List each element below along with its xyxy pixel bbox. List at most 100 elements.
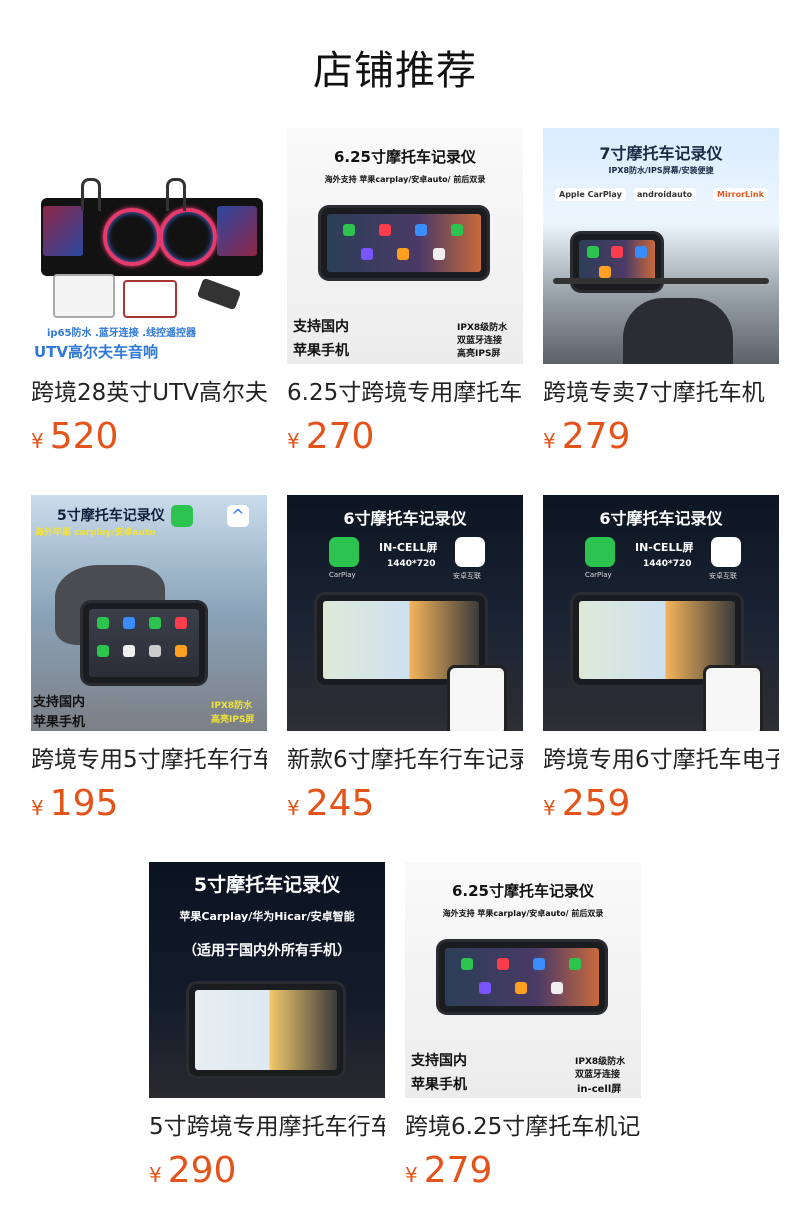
device-screen-graphic bbox=[321, 208, 487, 278]
product-row: 5寸摩托车记录仪 海外苹果 carplay/安卓auto ^ 支持国内 苹果手机… bbox=[31, 495, 790, 862]
product-price: ¥ 245 bbox=[287, 783, 523, 824]
image-caption: IPX8防水 bbox=[211, 701, 253, 711]
image-caption: CarPlay bbox=[585, 571, 612, 579]
price-value: 195 bbox=[49, 783, 119, 824]
price-value: 270 bbox=[305, 416, 375, 457]
product-image[interactable]: 7寸摩托车记录仪 IPX8防水/IPS屏幕/安装便捷 Apple CarPlay… bbox=[543, 128, 779, 364]
app-icon bbox=[123, 645, 135, 657]
app-icon bbox=[451, 224, 463, 236]
image-caption: IN-CELL屏 bbox=[635, 541, 694, 554]
product-card[interactable]: 6寸摩托车记录仪 IN-CELL屏 1440*720 CarPlay 安卓互联 … bbox=[287, 495, 523, 862]
image-caption: 海外苹果 carplay/安卓auto bbox=[35, 528, 156, 538]
product-image[interactable]: 6.25寸摩托车记录仪 海外支持 苹果carplay/安卓auto/ 前后双录 … bbox=[405, 862, 641, 1098]
product-card[interactable]: 5寸摩托车记录仪 苹果Carplay/华为Hicar/安卓智能 （适用于国内外所… bbox=[149, 862, 385, 1229]
image-caption: 安卓互联 bbox=[709, 572, 737, 580]
product-name[interactable]: 6.25寸跨境专用摩托车记录仪 bbox=[287, 378, 523, 408]
product-name[interactable]: 跨境专卖7寸摩托车机 bbox=[543, 378, 779, 408]
image-caption: ip65防水 .蓝牙连接 .线控遥控器 bbox=[47, 328, 197, 339]
screen-display-graphic bbox=[445, 948, 599, 1006]
product-price: ¥ 270 bbox=[287, 416, 523, 457]
product-image[interactable]: 6寸摩托车记录仪 IN-CELL屏 1440*720 CarPlay 安卓互联 bbox=[543, 495, 779, 731]
image-caption: 高亮IPS屏 bbox=[211, 715, 255, 725]
product-card[interactable]: 7寸摩托车记录仪 IPX8防水/IPS屏幕/安装便捷 Apple CarPlay… bbox=[543, 128, 779, 495]
app-icon bbox=[599, 266, 611, 278]
image-caption: IPX8级防水 bbox=[575, 1057, 626, 1067]
image-caption: IPX8级防水 bbox=[457, 323, 508, 333]
product-name[interactable]: 5寸跨境专用摩托车行车记录仪 bbox=[149, 1112, 385, 1142]
image-caption: （适用于国内外所有手机） bbox=[183, 943, 351, 959]
phone-graphic bbox=[703, 665, 763, 731]
product-price: ¥ 195 bbox=[31, 783, 267, 824]
app-icon bbox=[149, 617, 161, 629]
speaker-bar-graphic bbox=[41, 198, 263, 276]
image-caption: 安卓互联 bbox=[453, 572, 481, 580]
currency-symbol: ¥ bbox=[31, 796, 44, 820]
app-icon bbox=[175, 617, 187, 629]
app-icon bbox=[97, 617, 109, 629]
image-caption: 苹果手机 bbox=[293, 343, 349, 359]
image-caption: CarPlay bbox=[329, 571, 356, 579]
product-price: ¥ 520 bbox=[31, 416, 267, 457]
image-caption: 苹果手机 bbox=[411, 1077, 467, 1093]
product-card[interactable]: 6.25寸摩托车记录仪 海外支持 苹果carplay/安卓auto/ 前后双录 … bbox=[287, 128, 523, 495]
remote-control-graphic bbox=[196, 277, 242, 311]
handlebar-graphic bbox=[553, 278, 769, 284]
speaker-ring-graphic bbox=[159, 208, 217, 266]
image-caption: 1440*720 bbox=[643, 559, 692, 569]
image-caption: 6寸摩托车记录仪 bbox=[599, 509, 723, 528]
app-icon bbox=[479, 982, 491, 994]
product-name[interactable]: 跨境专用6寸摩托车电子 bbox=[543, 745, 779, 775]
product-name[interactable]: 跨境28英寸UTV高尔夫车音响 bbox=[31, 378, 267, 408]
product-card[interactable]: 5寸摩托车记录仪 海外苹果 carplay/安卓auto ^ 支持国内 苹果手机… bbox=[31, 495, 267, 862]
app-icon bbox=[149, 645, 161, 657]
mount-clamp-graphic bbox=[81, 178, 101, 211]
phone-graphic bbox=[447, 665, 507, 731]
carplay-icon bbox=[585, 537, 615, 567]
product-image[interactable]: 6.25寸摩托车记录仪 海外支持 苹果carplay/安卓auto/ 前后双录 … bbox=[287, 128, 523, 364]
image-caption: 5寸摩托车记录仪 bbox=[57, 508, 165, 524]
product-card[interactable]: ip65防水 .蓝牙连接 .线控遥控器 UTV高尔夫车音响 跨境28英寸UTV高… bbox=[31, 128, 267, 495]
price-value: 290 bbox=[167, 1150, 237, 1191]
androidauto-badge: androidauto bbox=[633, 188, 697, 201]
product-image[interactable]: ip65防水 .蓝牙连接 .线控遥控器 UTV高尔夫车音响 bbox=[31, 128, 267, 364]
product-price: ¥ 290 bbox=[149, 1150, 385, 1191]
product-card[interactable]: 6.25寸摩托车记录仪 海外支持 苹果carplay/安卓auto/ 前后双录 … bbox=[405, 862, 641, 1229]
price-value: 279 bbox=[561, 416, 631, 457]
product-image[interactable]: 5寸摩托车记录仪 海外苹果 carplay/安卓auto ^ 支持国内 苹果手机… bbox=[31, 495, 267, 731]
led-strip-graphic bbox=[217, 206, 257, 256]
app-icon bbox=[123, 617, 135, 629]
product-name[interactable]: 跨境专用5寸摩托车行车记录仪 bbox=[31, 745, 267, 775]
buggy-graphic bbox=[123, 280, 177, 318]
image-caption: 7寸摩托车记录仪 bbox=[599, 144, 723, 163]
product-image[interactable]: 5寸摩托车记录仪 苹果Carplay/华为Hicar/安卓智能 （适用于国内外所… bbox=[149, 862, 385, 1098]
image-caption: in-cell屏 bbox=[577, 1084, 622, 1095]
app-icon bbox=[97, 645, 109, 657]
image-caption: 支持国内 bbox=[411, 1053, 467, 1069]
product-name[interactable]: 跨境6.25寸摩托车机记录仪 bbox=[405, 1112, 641, 1142]
image-caption: UTV高尔夫车音响 bbox=[34, 343, 159, 361]
image-caption: 苹果Carplay/华为Hicar/安卓智能 bbox=[179, 910, 355, 923]
product-image[interactable]: 6寸摩托车记录仪 IN-CELL屏 1440*720 CarPlay 安卓互联 bbox=[287, 495, 523, 731]
carplay-icon bbox=[171, 505, 193, 527]
androidauto-icon: ^ bbox=[227, 505, 249, 527]
image-caption: 6.25寸摩托车记录仪 bbox=[451, 882, 594, 900]
image-caption: 5寸摩托车记录仪 bbox=[193, 874, 341, 896]
motorcycle-front-graphic bbox=[623, 298, 733, 364]
product-price: ¥ 279 bbox=[543, 416, 779, 457]
image-caption: 6寸摩托车记录仪 bbox=[343, 509, 467, 528]
image-caption: 1440*720 bbox=[387, 559, 436, 569]
image-caption: 海外支持 苹果carplay/安卓auto/ 前后双录 bbox=[324, 175, 486, 184]
app-icon bbox=[461, 958, 473, 970]
product-name[interactable]: 新款6寸摩托车行车记录仪 bbox=[287, 745, 523, 775]
led-strip-graphic bbox=[43, 206, 83, 256]
app-icon bbox=[415, 224, 427, 236]
android-link-icon bbox=[455, 537, 485, 567]
product-card[interactable]: 6寸摩托车记录仪 IN-CELL屏 1440*720 CarPlay 安卓互联 … bbox=[543, 495, 779, 862]
image-caption: 支持国内 bbox=[33, 695, 86, 710]
product-row: ip65防水 .蓝牙连接 .线控遥控器 UTV高尔夫车音响 跨境28英寸UTV高… bbox=[31, 128, 790, 495]
device-screen-graphic bbox=[439, 942, 605, 1012]
app-icon bbox=[635, 246, 647, 258]
golf-cart-graphic bbox=[53, 274, 115, 318]
image-caption: 苹果手机 bbox=[33, 715, 86, 730]
app-icon bbox=[551, 982, 563, 994]
